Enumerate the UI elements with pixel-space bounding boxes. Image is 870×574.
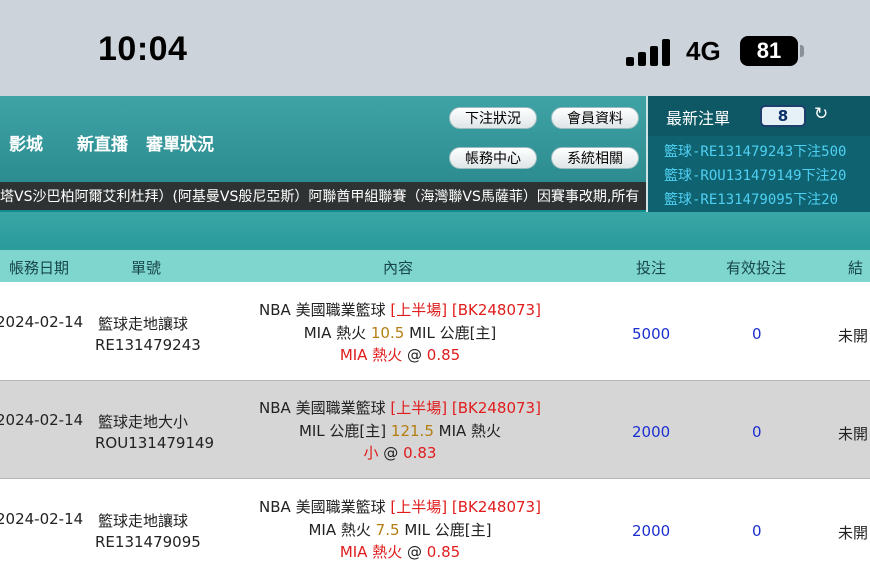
at-sign: @ [383, 444, 399, 462]
row-ticket-id: RE131479095 [95, 533, 201, 551]
match-code: [BK248073] [451, 399, 541, 417]
row-bet-type: 籃球走地讓球 [98, 512, 189, 530]
pick: MIA 熱火 [339, 346, 403, 364]
table-row: 2024-02-14 籃球走地讓球 RE131479095 NBA 美國職業籃球… [0, 479, 870, 574]
latest-bets-title: 最新注單 [666, 109, 731, 128]
row-stake: 5000 [632, 325, 671, 343]
battery-tip [800, 45, 804, 57]
header-date: 帳務日期 [9, 259, 70, 277]
odds: 0.85 [426, 346, 461, 364]
network-type: 4G [686, 36, 721, 66]
bet-status-button[interactable]: 下注狀況 [449, 107, 537, 129]
row-bet-type: 籃球走地大小 [98, 413, 189, 431]
row-valid-stake: 0 [752, 522, 762, 540]
row-bet-type: 籃球走地讓球 [98, 315, 189, 333]
header-ticket: 單號 [131, 259, 162, 277]
member-info-button[interactable]: 會員資料 [551, 107, 639, 129]
section-band [0, 212, 870, 250]
team-a: MIA 熱火 [308, 520, 371, 539]
table-row: 2024-02-14 籃球走地讓球 RE131479243 NBA 美國職業籃球… [0, 282, 870, 380]
announcement-ticker: 塔VS沙巴柏阿爾艾利杜拜）(阿基曼VS般尼亞斯）阿聯酋甲組聯賽（海灣聯VS馬薩菲… [0, 182, 646, 212]
league: NBA 美國職業籃球 [259, 498, 386, 516]
row-date: 2024-02-14 [0, 411, 84, 429]
latest-bet-item[interactable]: 籃球-ROU131479149下注20 [664, 164, 870, 188]
cellular-signal-icon [626, 38, 674, 66]
latest-bets-count: 8 [760, 105, 806, 127]
table-header: 帳務日期 單號 內容 投注 有效投注 結果 [0, 250, 870, 298]
total-line: 121.5 [390, 421, 434, 440]
team-b: MIL 公鹿[主] [404, 520, 492, 539]
row-content: NBA 美國職業籃球 [上半場] [BK248073] MIA 熱火 10.5 … [210, 299, 590, 367]
refresh-icon[interactable]: ↻ [814, 104, 828, 124]
row-result: 未開 [838, 327, 869, 345]
period: [上半場] [390, 399, 448, 417]
row-valid-stake: 0 [752, 325, 762, 343]
league: NBA 美國職業籃球 [259, 399, 386, 417]
account-center-button[interactable]: 帳務中心 [449, 147, 537, 169]
handicap-line: 10.5 [370, 323, 405, 342]
pick: 小 [363, 444, 379, 462]
row-result: 未開 [838, 425, 869, 443]
match-code: [BK248073] [451, 498, 541, 516]
at-sign: @ [407, 543, 422, 561]
handicap-line: 7.5 [375, 520, 400, 539]
row-stake: 2000 [632, 423, 671, 441]
pick: MIA 熱火 [339, 543, 403, 561]
battery-icon: 81 [740, 36, 798, 66]
team-a: MIL 公鹿[主] [298, 421, 387, 440]
header-valid-stake: 有效投注 [726, 259, 787, 277]
status-bar: 10:04 4G 81 [0, 0, 870, 96]
latest-bets-header: 最新注單 8 ↻ [648, 96, 870, 136]
row-content: NBA 美國職業籃球 [上半場] [BK248073] MIL 公鹿[主] 12… [210, 397, 590, 465]
row-stake: 2000 [632, 522, 671, 540]
header-stake: 投注 [636, 259, 667, 277]
period: [上半場] [390, 498, 448, 516]
row-valid-stake: 0 [752, 423, 762, 441]
header-content: 內容 [383, 259, 414, 277]
row-content: NBA 美國職業籃球 [上半場] [BK248073] MIA 熱火 7.5 M… [210, 496, 590, 564]
latest-bets-list: 籃球-RE131479243下注500 籃球-ROU131479149下注20 … [664, 140, 870, 212]
nav-item-live[interactable]: 新直播 [77, 130, 128, 155]
odds: 0.85 [426, 543, 461, 561]
latest-bet-item[interactable]: 籃球-RE131479095下注20 [664, 188, 870, 212]
row-result: 未開 [838, 524, 869, 542]
row-date: 2024-02-14 [0, 313, 84, 331]
row-date: 2024-02-14 [0, 510, 84, 528]
ticker-text: 塔VS沙巴柏阿爾艾利杜拜）(阿基曼VS般尼亞斯）阿聯酋甲組聯賽（海灣聯VS馬薩菲… [0, 189, 640, 205]
at-sign: @ [407, 346, 422, 364]
status-time: 10:04 [98, 30, 188, 68]
period: [上半場] [390, 301, 448, 319]
table-row: 2024-02-14 籃球走地大小 ROU131479149 NBA 美國職業籃… [0, 381, 870, 479]
nav-item-cinema[interactable]: 影城 [9, 130, 43, 155]
team-a: MIA 熱火 [303, 323, 367, 342]
match-code: [BK248073] [451, 301, 541, 319]
latest-bets-panel: 最新注單 8 ↻ 籃球-RE131479243下注500 籃球-ROU13147… [646, 96, 870, 212]
team-b: MIA 熱火 [438, 421, 502, 440]
nav-item-bet-review[interactable]: 審單狀況 [146, 130, 214, 155]
system-button[interactable]: 系統相關 [551, 147, 639, 169]
row-ticket-id: ROU131479149 [95, 434, 215, 452]
league: NBA 美國職業籃球 [259, 301, 386, 319]
latest-bet-item[interactable]: 籃球-RE131479243下注500 [664, 140, 870, 164]
team-b: MIL 公鹿[主] [409, 323, 497, 342]
odds: 0.83 [403, 444, 437, 462]
row-ticket-id: RE131479243 [95, 336, 201, 354]
